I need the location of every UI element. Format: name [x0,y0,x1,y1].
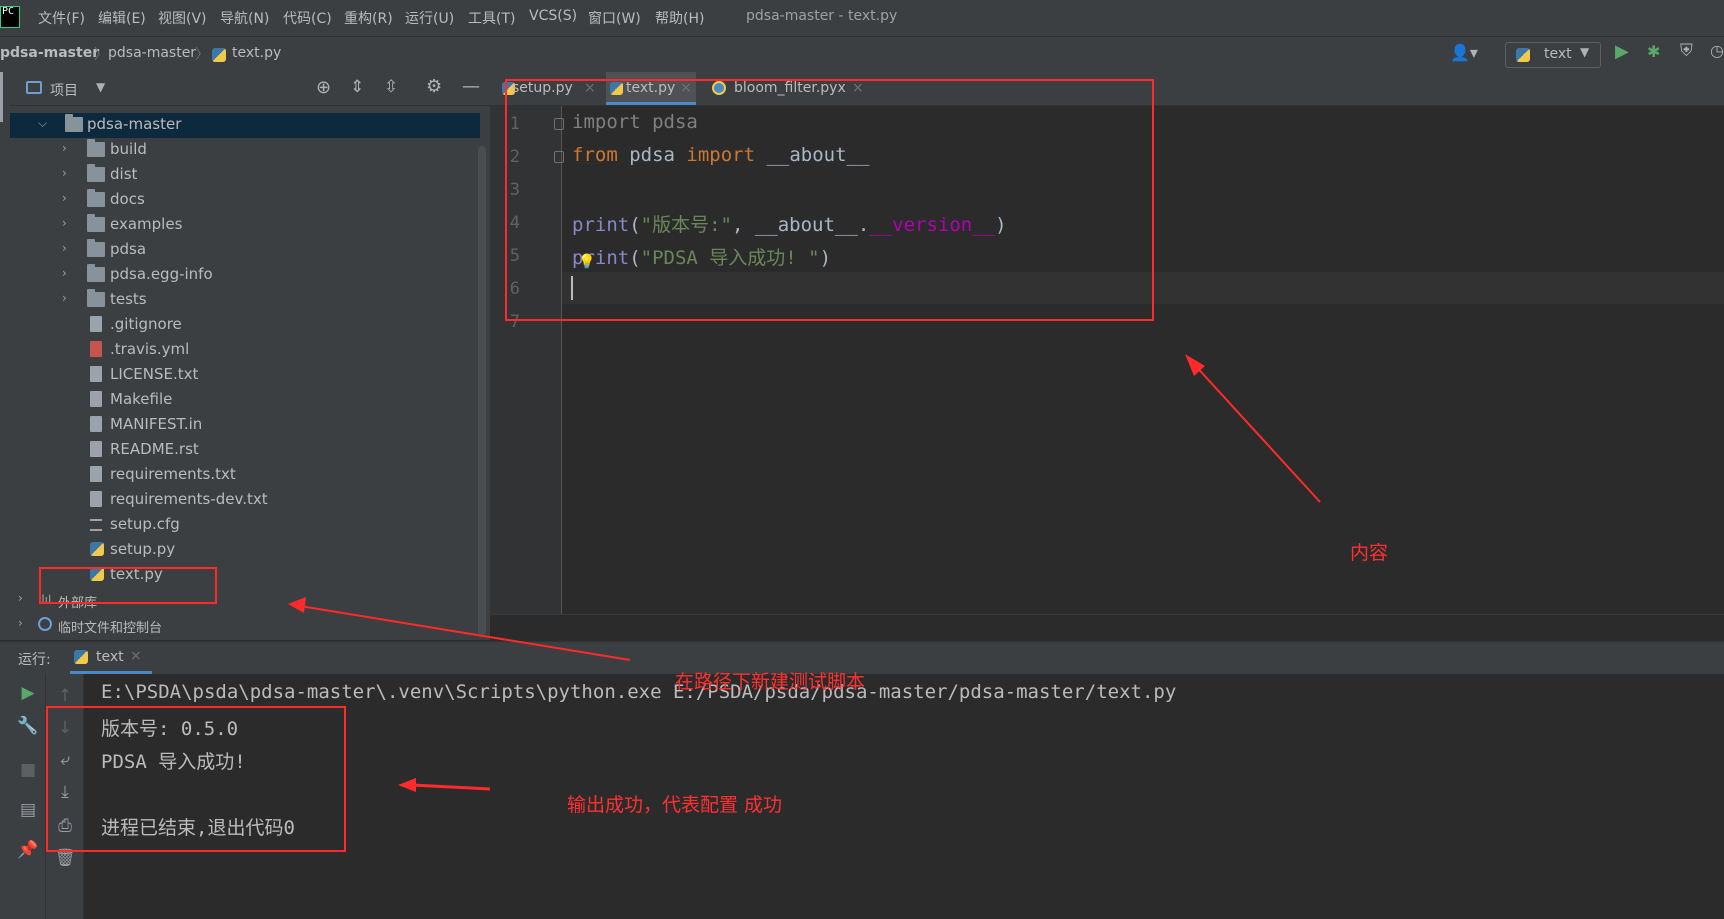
arrow-head [398,778,416,792]
arrow-head [288,597,306,613]
arrow-line [1191,361,1321,503]
annotation-output-label: 输出成功，代表配置 成功 [567,794,783,816]
annotation-arrows [288,354,1321,792]
annotation-content-label: 内容 [1350,542,1389,564]
arrow-line [411,783,491,791]
arrow-line [299,605,631,661]
annotation-new-script-label: 在路径下新建测试脚本 [675,671,866,693]
